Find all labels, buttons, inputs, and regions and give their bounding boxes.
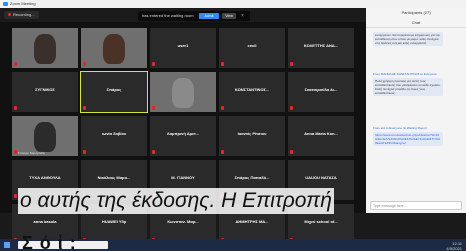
participant-tile[interactable]: Σακτσιρούλα Αι... [288,72,354,112]
muted-mic-icon [152,106,155,110]
participant-video-feed [34,34,56,64]
participant-caption: Γεώργιο Καραμπάτη [18,151,46,155]
participant-name: Νικόλαος Μαρο... [97,175,131,180]
participant-tile[interactable]: cecil [219,28,285,68]
window-title: Zoom Meeting [10,1,36,6]
participant-tile[interactable]: Σπάρος [80,71,148,113]
meeting-area: Recording... has entered the waiting roo… [0,8,366,244]
chat-message: Πολύ χρήσιμη πρόταση για αυτές τους εκπα… [373,78,443,96]
participant-name: Κωνσταν. Μαρ... [167,219,199,224]
participant-video-feed [172,78,194,108]
waiting-room-notice: has entered the waiting room Admit View … [138,11,250,21]
participant-name: ΔΗΜΗΤΡΗΣ ΜΑ... [235,219,269,224]
participant-tile[interactable]: Anna Maria Kon... [288,116,354,156]
participant-video-feed [34,122,56,152]
recording-dot-icon [8,13,11,16]
muted-mic-icon [83,150,86,154]
participant-tile[interactable]: ιωνία δοβίου [81,116,147,156]
muted-mic-icon [83,62,86,66]
muted-mic-icon [152,150,155,154]
zoom-app-icon [3,2,8,6]
participant-name: ΤΥΧΑ ΑΝΘΟΥΛΑ [29,175,61,180]
window-titlebar: Zoom Meeting [0,0,466,8]
muted-mic-icon [290,106,293,110]
participant-tile[interactable]: ΚΟΛΕΤΤΗΣ ΑΝΔ... [288,28,354,68]
participant-name: ιωνία δοβίου [101,131,127,136]
recording-label: Recording... [13,12,35,17]
participant-name: Μ. ΓΙΑΝΝΟΥ [171,175,195,180]
participant-tile[interactable]: Ιοαννίς Ρίτσιου [219,116,285,156]
chat-input[interactable]: Type message here... [370,201,462,210]
muted-mic-icon [14,62,17,66]
participant-name: Anna Maria Kon... [304,131,338,136]
participant-name: Σακτσιρούλα Αι... [304,87,338,92]
muted-mic-icon [14,106,17,110]
taskbar-search-text: Σ ό ἰ : [22,233,77,251]
participant-tile[interactable]: ΣΥΓΝΙΚΟΣ [12,72,78,112]
chat-message: εισηγήσεων. Θα περιμένουμε ενημέρωση για… [373,32,443,46]
participants-header[interactable]: Participants (27) [366,8,466,18]
muted-mic-icon [290,62,293,66]
participant-tile[interactable] [81,28,147,68]
participant-name: Σπάρος Παπαδό... [234,175,270,180]
meeting-topbar: Recording... has entered the waiting roo… [0,8,366,22]
participant-name: ΚΩΝΣΤΑΝΤΙΝΟΣ... [234,87,270,92]
participant-name: Σπάρος [106,87,122,92]
participant-name: user1 [177,43,189,48]
taskbar: Σ ό ἰ : 12:11 4/5/2021 [0,233,466,251]
participant-name: Μιχεύ school of... [304,219,338,224]
muted-mic-icon [14,194,17,198]
chat-header: Chat [366,20,466,28]
screen: Zoom Meeting Recording... has entered th… [0,0,466,251]
participant-name: cecil [247,43,257,48]
chat-message-link[interactable]: https://www.comisoidenbob.gr/publication… [373,132,443,146]
participant-tile[interactable]: Λαμπρινή Αρετ... [150,116,216,156]
muted-mic-icon [152,62,155,66]
participant-tile[interactable] [12,28,78,68]
clock-date: 4/5/2021 [446,246,462,251]
chat-message-sender: From ισα to Everyone (in Waiting Room): [373,126,428,130]
muted-mic-icon [221,62,224,66]
side-panel: Participants (27) Chat εισηγήσεων. Θα πε… [366,8,466,213]
view-button[interactable]: View [222,13,236,19]
participant-name: UAUOU ΝΑΤΑΣΑ [305,175,337,180]
close-icon[interactable]: × [241,11,244,21]
participant-name: ΣΥΓΝΙΚΟΣ [35,87,55,92]
muted-mic-icon [221,150,224,154]
participant-name: Λαμπρινή Αρετ... [166,131,200,136]
muted-mic-icon [83,106,86,110]
participant-tile[interactable]: user1 [150,28,216,68]
muted-mic-icon [290,150,293,154]
participant-tile[interactable]: Γεώργιο Καραμπάτη [12,116,78,156]
admit-button[interactable]: Admit [199,13,219,19]
muted-mic-icon [221,106,224,110]
waiting-room-message: has entered the waiting room [142,13,194,18]
participant-tile[interactable]: ΚΩΝΣΤΑΝΤΙΝΟΣ... [219,72,285,112]
participant-name: ΚΟΛΕΤΤΗΣ ΑΝΔ... [303,43,339,48]
chat-message-sender: From ΜΑΝΩΛΗΣ ΚΩΝΣΤΑΝΤΙΝΟΣ to Everyone: [373,72,438,76]
taskbar-clock[interactable]: 12:11 4/5/2021 [446,241,462,251]
overlay-caption-text: ο αυτής της έκδοσης. Η Επιτροπή [18,188,334,214]
windows-start-icon[interactable] [4,242,10,248]
participant-name: anna kasola [33,219,57,224]
participant-name: Ιοαννίς Ρίτσιου [237,131,267,136]
participant-video-feed [103,34,125,64]
participant-tile[interactable] [150,72,216,112]
recording-indicator[interactable]: Recording... [4,11,39,19]
muted-mic-icon [14,150,17,154]
participant-name: HUAWEI Y5p [101,219,127,224]
taskbar-search[interactable]: Σ ό ἰ : [18,233,108,251]
